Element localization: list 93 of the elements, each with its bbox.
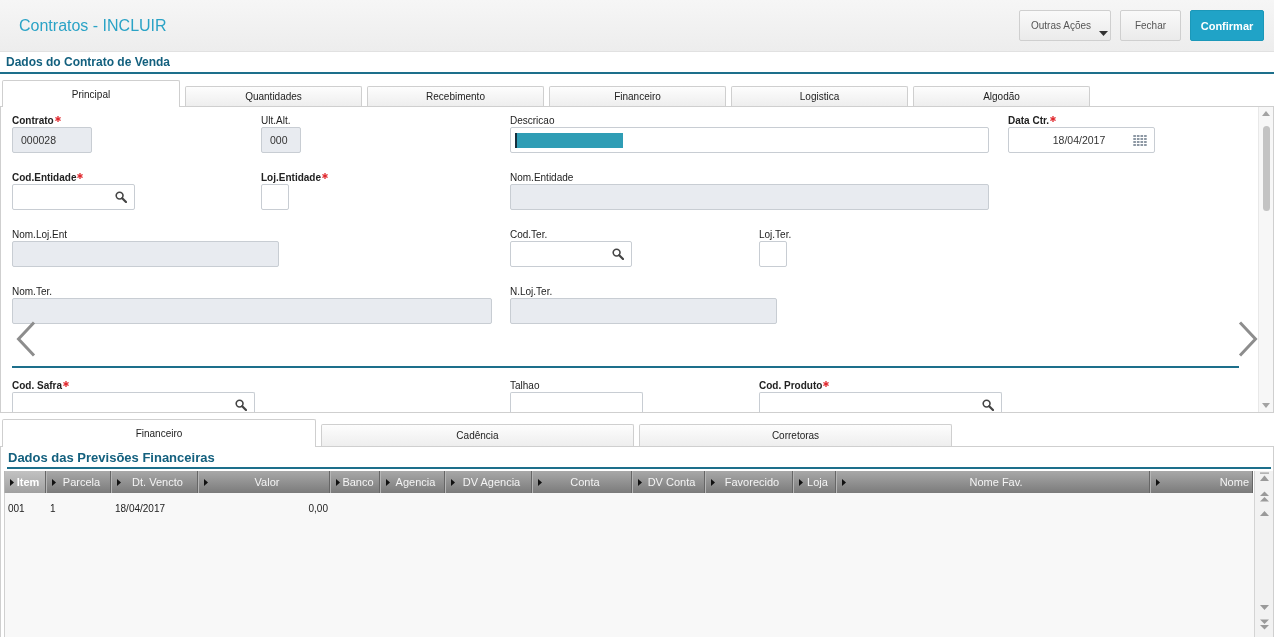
tab[interactable]: Financeiro: [549, 86, 726, 106]
primary-button[interactable]: Confirmar: [1190, 10, 1264, 41]
required-asterisk-icon: [63, 381, 69, 387]
column-header[interactable]: Favorecido: [705, 471, 793, 493]
down-arrow-icon[interactable]: [1262, 403, 1270, 408]
triangle-icon[interactable]: [117, 478, 121, 486]
search-icon[interactable]: [235, 398, 247, 411]
tab[interactable]: Cadência: [321, 424, 634, 446]
down-arrow-icon[interactable]: [1258, 602, 1270, 613]
lookup-field[interactable]: [510, 241, 632, 267]
input-field[interactable]: [510, 392, 643, 412]
column-header[interactable]: Parcela: [46, 471, 111, 493]
triangle-icon[interactable]: [538, 478, 542, 486]
tab[interactable]: Logistica: [731, 86, 908, 106]
column-header[interactable]: Banco: [330, 471, 380, 493]
required-asterisk-icon: [322, 173, 328, 179]
field-label: Nom.Entidade: [510, 171, 574, 184]
triangle-icon[interactable]: [799, 478, 803, 486]
column-header[interactable]: Dt. Vencto: [111, 471, 198, 493]
field-label: Nom.Loj.Ent: [12, 228, 68, 241]
date-field[interactable]: 18/04/2017: [1008, 127, 1155, 153]
up-arrow-icon[interactable]: [1258, 508, 1270, 519]
search-icon[interactable]: [612, 248, 624, 260]
required-asterisk-icon: [77, 173, 84, 179]
readonly-field: 000: [261, 127, 301, 153]
search-icon[interactable]: [115, 191, 127, 203]
triangle-icon[interactable]: [1156, 478, 1160, 486]
input-field[interactable]: [261, 184, 289, 210]
lookup-field[interactable]: [12, 392, 255, 412]
triangle-icon[interactable]: [204, 478, 208, 486]
tab[interactable]: Financeiro: [2, 419, 316, 447]
field-label: Cod. Safra: [12, 379, 62, 392]
triangle-icon[interactable]: [451, 478, 455, 486]
triangle-icon[interactable]: [842, 478, 846, 486]
input-field[interactable]: [759, 241, 787, 267]
readonly-field: 000028: [12, 127, 92, 153]
column-header[interactable]: DV Agencia: [445, 471, 532, 493]
field-label: Talhao: [510, 379, 540, 392]
tab[interactable]: Quantidades: [185, 86, 362, 106]
page-title: Contratos - INCLUIR: [19, 16, 167, 35]
section-title: Dados do Contrato de Venda: [5, 54, 171, 71]
table-cell: 1: [50, 502, 56, 514]
column-header[interactable]: DV Conta: [632, 471, 705, 493]
triangle-icon[interactable]: [10, 478, 14, 486]
tab[interactable]: Corretoras: [639, 424, 952, 446]
field-label: Contrato: [12, 114, 54, 127]
lookup-field[interactable]: [12, 184, 135, 210]
required-asterisk-icon: [1050, 116, 1057, 122]
column-header[interactable]: Agencia: [380, 471, 445, 493]
column-header[interactable]: Nome: [1150, 471, 1253, 493]
double-up-arrow-icon[interactable]: [1258, 491, 1270, 502]
chevron-left-icon[interactable]: [16, 321, 36, 357]
column-header[interactable]: Item: [4, 471, 46, 493]
triangle-icon[interactable]: [711, 478, 715, 486]
column-header[interactable]: Loja: [793, 471, 836, 493]
field-label: Descricao: [510, 114, 555, 127]
up-arrow-icon[interactable]: [1262, 111, 1270, 116]
tab[interactable]: Algodão: [913, 86, 1090, 106]
column-header[interactable]: Nome Fav.: [836, 471, 1150, 493]
search-icon[interactable]: [982, 398, 994, 411]
table-cell: 0,00: [308, 502, 328, 514]
chevron-right-icon[interactable]: [1238, 321, 1258, 357]
triangle-icon[interactable]: [638, 478, 642, 486]
field-label: Cod.Ter.: [510, 228, 548, 241]
field-label: Ult.Alt.: [261, 114, 291, 127]
required-asterisk-icon: [823, 381, 830, 387]
table-cell: 001: [8, 502, 25, 514]
input-field[interactable]: [510, 127, 989, 153]
calendar-icon[interactable]: [1133, 134, 1147, 146]
field-label: Loj.Ter.: [759, 228, 792, 241]
required-asterisk-icon: [54, 116, 61, 122]
field-label: N.Loj.Ter.: [510, 285, 553, 298]
field-label: Cod. Produto: [759, 379, 823, 392]
double-down-arrow-icon[interactable]: [1258, 619, 1270, 630]
caret-icon: [1099, 31, 1108, 36]
field-label: Data Ctr.: [1008, 114, 1050, 127]
tab[interactable]: Recebimento: [367, 86, 544, 106]
column-header[interactable]: Valor: [198, 471, 330, 493]
lookup-field[interactable]: [759, 392, 1002, 412]
triangle-icon[interactable]: [336, 478, 340, 486]
tab[interactable]: Principal: [2, 80, 180, 107]
section-title: Dados das Previsões Financeiras: [7, 449, 216, 467]
field-label: Loj.Entidade: [261, 171, 321, 184]
menu-button[interactable]: Outras Ações: [1019, 10, 1111, 41]
bar-up-arrow-icon[interactable]: [1258, 472, 1270, 483]
secondary-button[interactable]: Fechar: [1120, 10, 1181, 41]
table-cell: 18/04/2017: [115, 502, 166, 514]
triangle-icon[interactable]: [52, 478, 56, 486]
scroll-thumb[interactable]: [1262, 126, 1270, 211]
column-header[interactable]: Conta: [532, 471, 632, 493]
triangle-icon[interactable]: [386, 478, 390, 486]
field-label: Nom.Ter.: [12, 285, 52, 298]
field-label: Cod.Entidade: [12, 171, 77, 184]
